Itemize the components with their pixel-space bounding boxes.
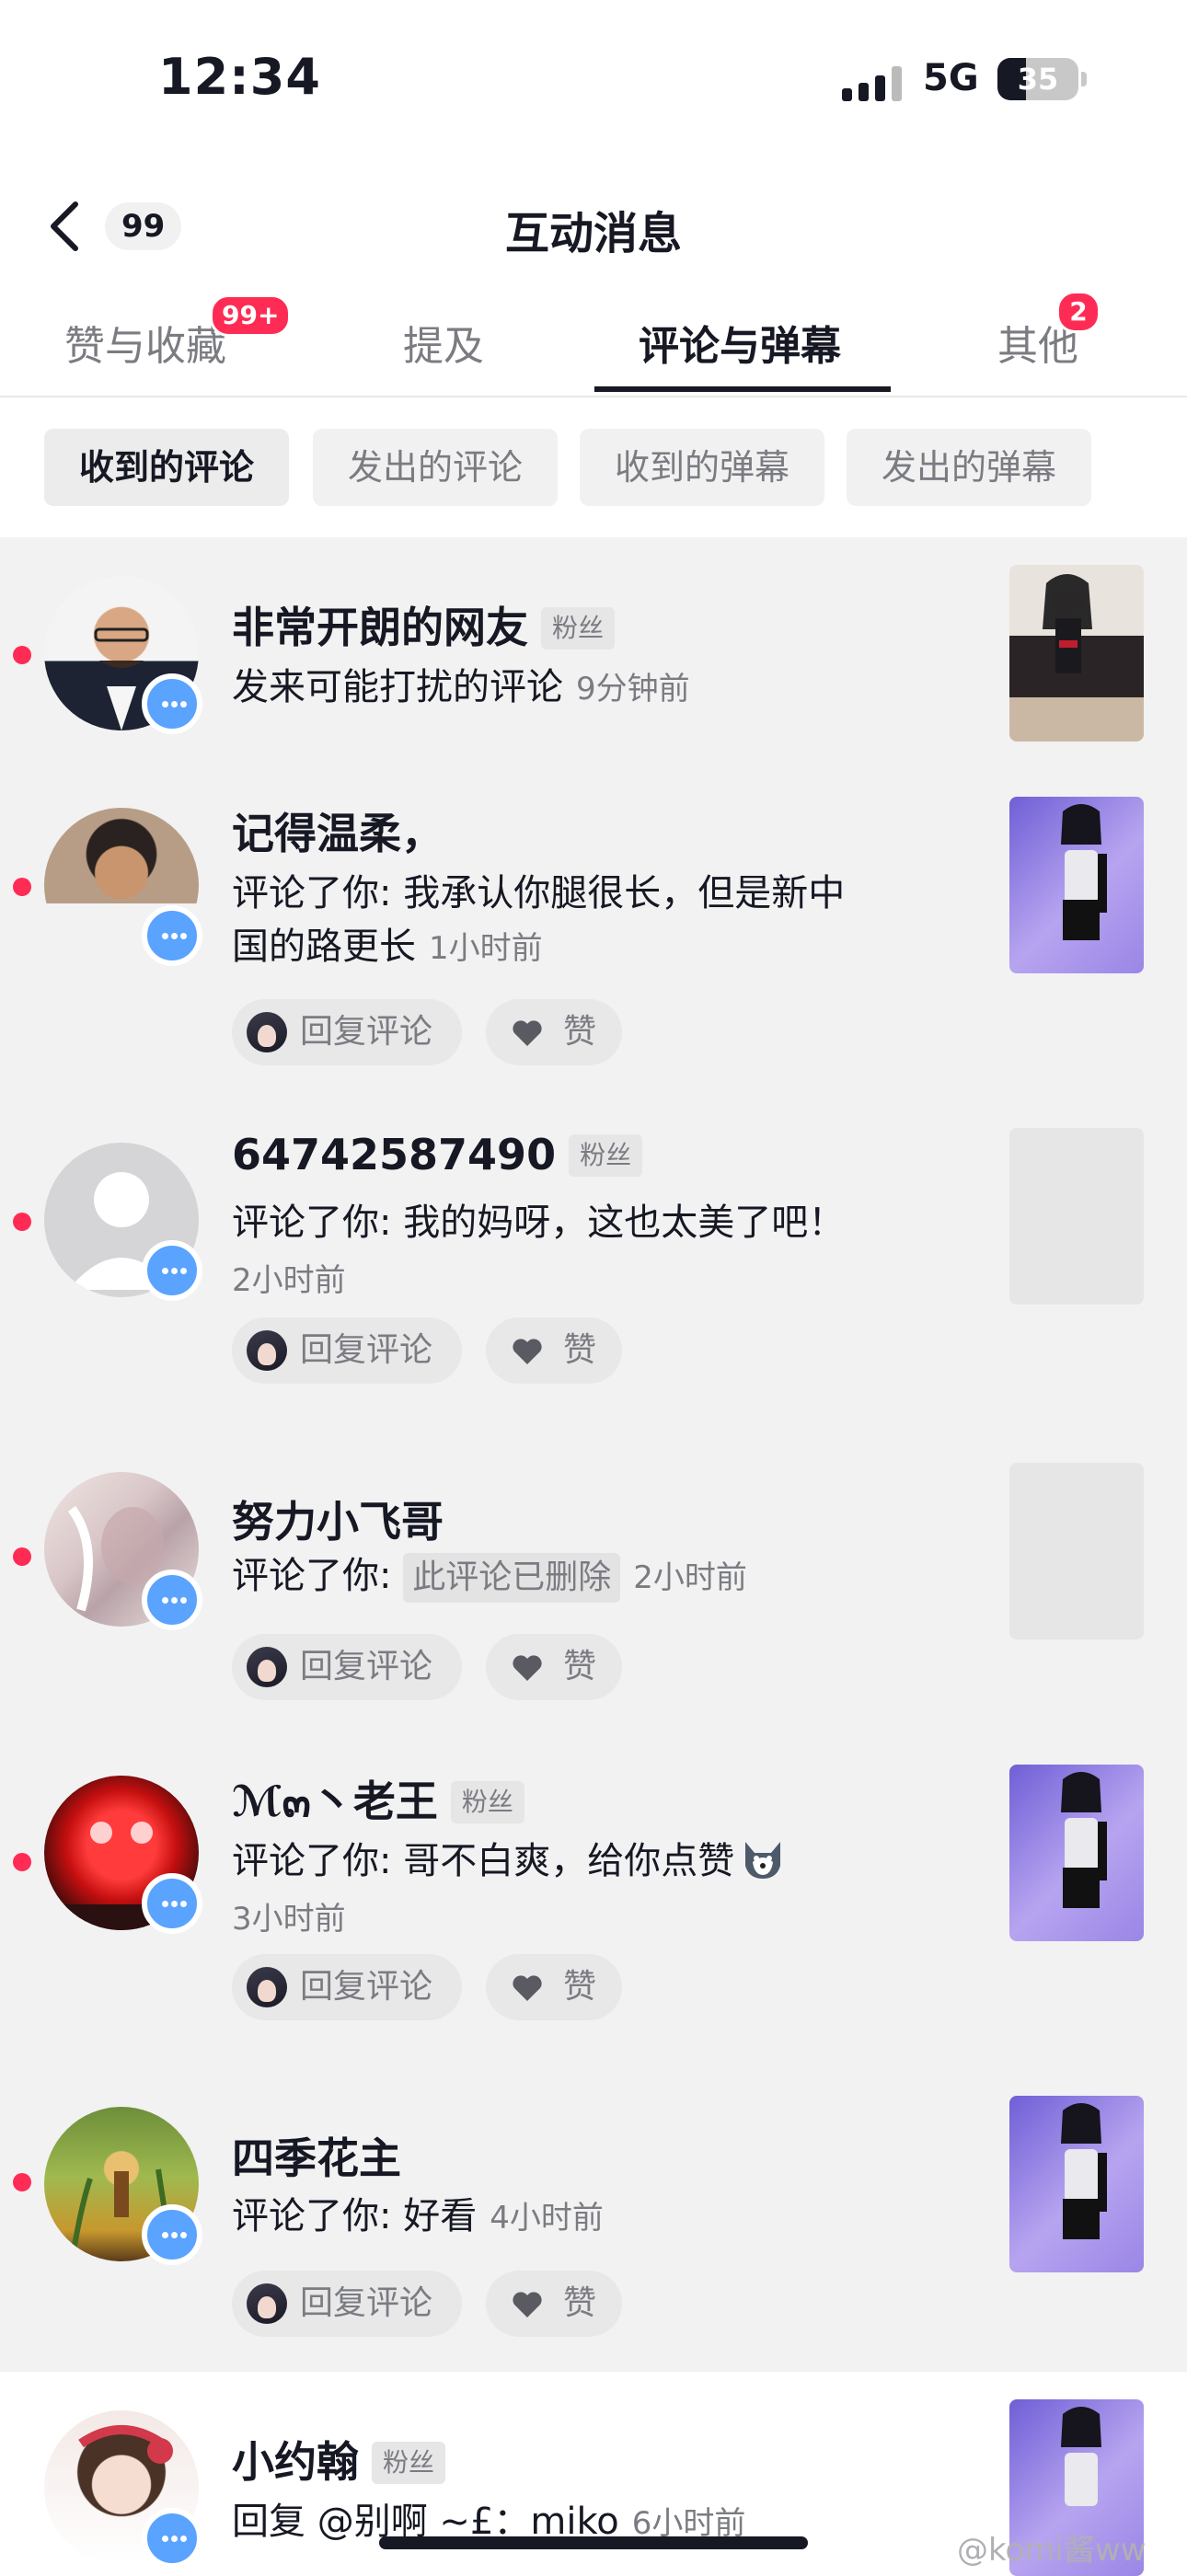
- battery-icon: 35: [997, 58, 1078, 100]
- comment-text: 评论了你: 我的妈呀，这也太美了吧！: [232, 1202, 846, 1244]
- reply-comment-button[interactable]: 回复评论: [232, 1317, 462, 1384]
- comment-badge-icon: [142, 905, 202, 966]
- filter-sent-danmaku[interactable]: 发出的弹幕: [847, 429, 1091, 506]
- signal-icon: [842, 64, 906, 101]
- comment-time: 1小时前: [429, 930, 543, 967]
- user-name: 四季花主: [232, 2133, 401, 2183]
- filter-sent-comments[interactable]: 发出的评论: [313, 429, 558, 506]
- tab-bar: 赞与收藏 99+ 提及 评论与弹幕 其他 2: [0, 291, 1187, 397]
- fan-tag: 粉丝: [372, 2442, 446, 2484]
- tab-other-badge: 2: [1056, 291, 1101, 333]
- page-header: 99 互动消息: [0, 175, 1187, 276]
- comment-badge-icon: [142, 1240, 202, 1301]
- tab-active-indicator: [594, 386, 891, 392]
- video-thumbnail[interactable]: [1009, 565, 1144, 742]
- tab-likes-badge: 99+: [210, 294, 292, 337]
- deleted-comment-label: 此评论已删除: [403, 1553, 621, 1603]
- video-thumbnail-placeholder[interactable]: [1009, 1128, 1144, 1305]
- tab-likes[interactable]: 赞与收藏: [64, 313, 226, 372]
- page-title: 互动消息: [504, 208, 682, 259]
- watermark: @komi酱ww: [957, 2532, 1147, 2569]
- battery-cap: [1081, 72, 1087, 86]
- fan-tag: 粉丝: [569, 1134, 643, 1177]
- user-name: 小约翰 粉丝: [232, 2429, 446, 2490]
- like-button[interactable]: 赞: [486, 1634, 622, 1700]
- home-indicator[interactable]: [379, 2536, 808, 2549]
- heart-icon: [513, 1339, 542, 1364]
- husky-emoji-icon: [745, 1842, 781, 1879]
- user-name: 努力小飞哥: [232, 1497, 444, 1547]
- comment-badge-icon: [142, 673, 202, 734]
- filter-received-danmaku[interactable]: 收到的弹幕: [580, 429, 824, 506]
- list-item[interactable]: 四季花主 评论了你: 好看 4小时前 回复评论 赞: [0, 2053, 1187, 2372]
- heart-icon: [513, 1655, 542, 1681]
- user-name: ℳ๓丶老王 粉丝: [232, 1768, 524, 1835]
- filter-received-comments[interactable]: 收到的评论: [44, 429, 289, 506]
- tab-comments[interactable]: 评论与弹幕: [639, 313, 841, 372]
- comment-time: 3小时前: [232, 1901, 346, 1938]
- comment-badge-icon: [142, 2204, 202, 2265]
- reply-comment-button[interactable]: 回复评论: [232, 1954, 462, 2020]
- unread-dot: [13, 878, 31, 896]
- avatar: [247, 1012, 287, 1052]
- reply-comment-button[interactable]: 回复评论: [232, 2271, 462, 2337]
- list-item[interactable]: 努力小飞哥 评论了你: 此评论已删除 2小时前 回复评论 赞: [0, 1420, 1187, 1737]
- comment-badge-icon: [142, 2508, 202, 2569]
- video-thumbnail[interactable]: [1009, 2096, 1144, 2272]
- comment-text: 评论了你: 我承认你腿很长，但是新中国的路更长 1小时前: [232, 872, 846, 968]
- comment-time: 2小时前: [633, 1559, 747, 1596]
- video-thumbnail[interactable]: [1009, 797, 1144, 973]
- status-time: 12:34: [158, 48, 321, 106]
- user-name: 非常开朗的网友 粉丝: [232, 594, 616, 655]
- comment-time: 4小时前: [490, 2200, 604, 2237]
- comment-time: 2小时前: [232, 1262, 346, 1299]
- heart-icon: [513, 1975, 542, 2001]
- filter-bar: 收到的评论 发出的评论 收到的弹幕 发出的弹幕: [0, 397, 1187, 535]
- comment-text: 评论了你: 此评论已删除 2小时前: [232, 1549, 876, 1604]
- like-button[interactable]: 赞: [486, 2271, 622, 2337]
- reply-comment-button[interactable]: 回复评论: [232, 1634, 462, 1700]
- avatar: [247, 1330, 287, 1371]
- heart-icon: [513, 2292, 542, 2317]
- like-button[interactable]: 赞: [486, 1317, 622, 1384]
- list-item[interactable]: 记得温柔， 评论了你: 我承认你腿很长，但是新中国的路更长 1小时前 回复评论 赞: [0, 769, 1187, 1086]
- fan-tag: 粉丝: [541, 607, 616, 650]
- like-button[interactable]: 赞: [486, 1954, 622, 2020]
- video-thumbnail[interactable]: [1009, 1765, 1144, 1941]
- comment-badge-icon: [142, 1873, 202, 1934]
- tab-mentions[interactable]: 提及: [403, 313, 484, 372]
- list-item[interactable]: ℳ๓丶老王 粉丝 评论了你: 哥不白爽，给你点赞 3小时前 回复评论 赞: [0, 1737, 1187, 2053]
- unread-dot: [13, 646, 31, 664]
- avatar: [247, 1647, 287, 1687]
- like-button[interactable]: 赞: [486, 999, 622, 1065]
- battery-level-text: 35: [1017, 62, 1059, 97]
- avatar: [247, 1967, 287, 2007]
- fan-tag: 粉丝: [450, 1781, 524, 1823]
- network-label: 5G: [923, 57, 979, 99]
- comment-text: 发来可能打扰的评论 9分钟前: [232, 666, 690, 708]
- unread-dot: [13, 1213, 31, 1231]
- unread-dot: [13, 1547, 31, 1566]
- unread-dot: [13, 1853, 31, 1871]
- comment-time: 9分钟前: [576, 671, 690, 707]
- unread-dot: [13, 2173, 31, 2191]
- comment-text: 评论了你: 好看 4小时前: [232, 2195, 604, 2237]
- status-bar: 12:34 5G 35: [0, 0, 1187, 156]
- reply-comment-button[interactable]: 回复评论: [232, 999, 462, 1065]
- video-thumbnail-placeholder[interactable]: [1009, 1463, 1144, 1639]
- list-item[interactable]: 非常开朗的网友 粉丝 发来可能打扰的评论 9分钟前: [0, 537, 1187, 769]
- comment-text: 评论了你: 哥不白爽，给你点赞: [232, 1834, 876, 1888]
- list-item[interactable]: 64742587490 粉丝 评论了你: 我的妈呀，这也太美了吧！ 2小时前 回复…: [0, 1086, 1187, 1420]
- user-name: 64742587490 粉丝: [232, 1130, 643, 1179]
- user-name: 记得温柔，: [232, 809, 444, 858]
- comment-badge-icon: [142, 1570, 202, 1630]
- heart-icon: [513, 1020, 542, 1046]
- avatar: [247, 2283, 287, 2324]
